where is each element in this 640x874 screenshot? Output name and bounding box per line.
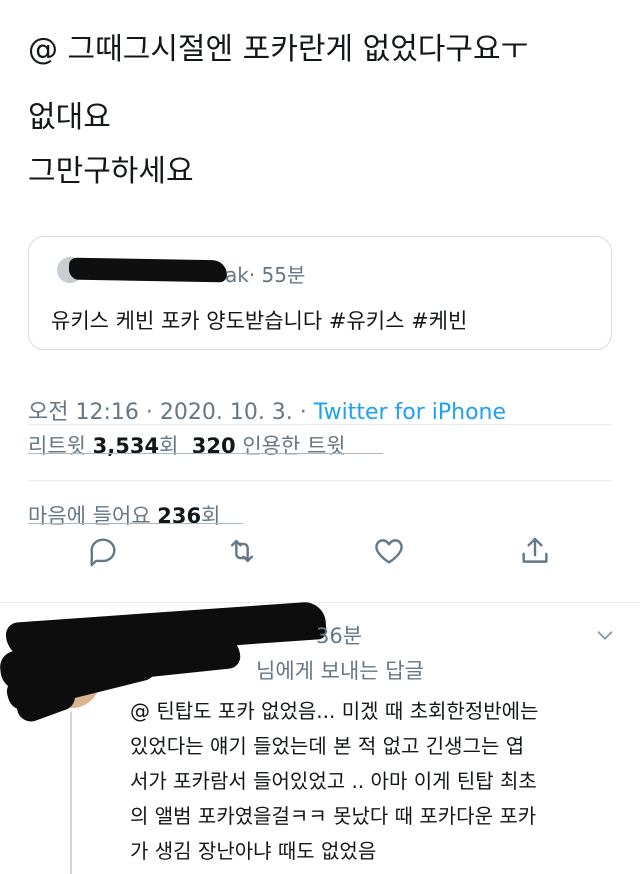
strike-line bbox=[28, 453, 383, 454]
tweet-text-line-3: 그만구하세요 bbox=[28, 154, 194, 189]
thread-line bbox=[70, 712, 72, 874]
reply-text-line-3: 서가 포카람서 들어있었고 .. 아마 이게 틴탑 최초 bbox=[130, 769, 537, 793]
retweet-unit: 회 bbox=[159, 434, 179, 458]
quote-label: 인용한 트윗 bbox=[242, 434, 346, 458]
tweet-actions bbox=[0, 528, 640, 576]
reply-text-line-2: 있었다는 얘기 들었는데 본 적 없고 긴생그는 엽 bbox=[130, 734, 525, 758]
retweet-stats[interactable]: 리트윗 3,534회 320 인용한 트윗 bbox=[28, 430, 383, 460]
retweet-count: 3,534 bbox=[92, 434, 160, 458]
tweet-meta: 오전 12:16 · 2020. 10. 3. · Twitter for iP… bbox=[28, 394, 506, 426]
retweet-icon[interactable] bbox=[225, 534, 259, 568]
like-label: 마음에 들어요 bbox=[28, 504, 151, 528]
reply-time: 36분 bbox=[316, 624, 363, 648]
divider bbox=[28, 424, 612, 425]
heart-icon[interactable] bbox=[372, 534, 406, 568]
reply-text: @ 틴탑도 포카 없었음... 미겠 때 초회한정반에는 있었다는 얘기 들었는… bbox=[130, 694, 626, 869]
quoted-handle: ak· 55분 bbox=[225, 259, 305, 288]
reply-text-line-1: @ 틴탑도 포카 없었음... 미겠 때 초회한정반에는 bbox=[130, 699, 539, 723]
quote-count: 320 bbox=[191, 434, 236, 458]
tweet-text-line-2: 없대요 bbox=[28, 100, 111, 135]
strike-line bbox=[28, 523, 243, 524]
like-count: 236 bbox=[157, 504, 202, 528]
reply-icon[interactable] bbox=[86, 534, 120, 568]
chevron-down-icon[interactable] bbox=[594, 624, 616, 646]
quoted-handle-suffix: ak bbox=[225, 263, 249, 287]
quoted-text: 유키스 케빈 포카 양도받습니다 #유키스 #케빈 bbox=[51, 309, 468, 333]
divider bbox=[28, 480, 612, 481]
like-unit: 회 bbox=[201, 504, 221, 528]
reply-text-line-4: 의 앨범 포카였을걸ㅋㅋ 못났다 때 포카다운 포카 bbox=[130, 804, 537, 828]
retweet-label: 리트윗 bbox=[28, 434, 86, 458]
like-stats[interactable]: 마음에 들어요 236회 bbox=[28, 500, 243, 530]
quoted-time: · 55분 bbox=[248, 263, 306, 287]
share-icon[interactable] bbox=[518, 534, 552, 568]
divider bbox=[0, 602, 640, 603]
tweet-client-link[interactable]: Twitter for iPhone bbox=[314, 400, 506, 425]
reply-to-label: 님에게 보내는 답글 bbox=[256, 659, 424, 683]
redaction-mark bbox=[68, 257, 228, 283]
tweet-text-line-1: @ 그때그시절엔 포카란게 없었다구요ㅜ bbox=[28, 32, 529, 67]
tweet-datetime: 오전 12:16 · 2020. 10. 3. · bbox=[28, 400, 307, 425]
reply-text-line-5: 가 생김 장난아냐 때도 없었음 bbox=[130, 839, 377, 863]
quoted-tweet-card[interactable]: ak· 55분 유키스 케빈 포카 양도받습니다 #유키스 #케빈 bbox=[28, 236, 612, 350]
